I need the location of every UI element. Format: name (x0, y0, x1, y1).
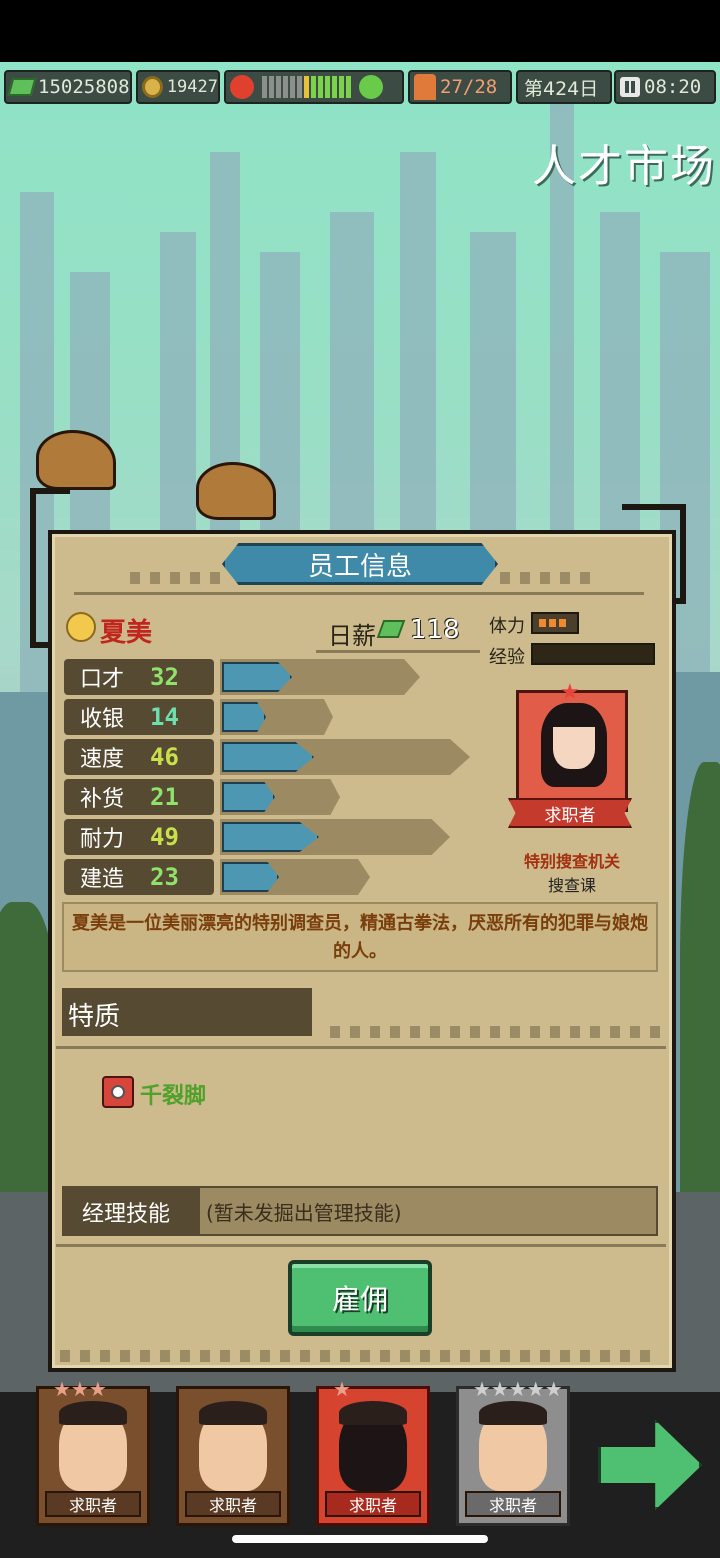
employee-portrait (516, 690, 628, 812)
staff-icon (414, 74, 436, 100)
home-indicator[interactable] (232, 1535, 488, 1543)
mood-meter-segment (269, 76, 274, 98)
candidate-label: 求职者 (185, 1491, 281, 1517)
stat-value: 46 (150, 743, 179, 771)
mood-meter-segment (290, 76, 295, 98)
organization-name: 特别搜查机关 (523, 852, 620, 871)
happy-face-icon (359, 75, 383, 99)
candidate-card[interactable]: ★★★★★ 求职者 (456, 1377, 570, 1526)
stat-name: 收银 (80, 707, 125, 732)
stamina-bar (531, 612, 579, 634)
salary-label: 日薪 (328, 622, 376, 650)
status-bar (0, 0, 720, 62)
stat-value: 32 (150, 663, 179, 691)
stat-row: 口才 32 (64, 659, 214, 695)
department-name: 搜查课 (547, 876, 596, 895)
panel-title: 员工信息 (222, 543, 498, 585)
mood-face-icon (66, 612, 96, 642)
stat-bar-fill (222, 862, 279, 892)
star-rating: ★★★ (53, 1377, 107, 1401)
exp-bar (531, 643, 655, 665)
mood-meter-segment (318, 76, 323, 98)
star-rating: ★★★★★ (473, 1377, 563, 1401)
cash-icon (7, 78, 37, 96)
mood-meter-segment (304, 76, 309, 98)
stat-value: 14 (150, 703, 179, 731)
candidate-card[interactable]: 求职者 (176, 1386, 290, 1526)
angry-face-icon (230, 75, 254, 99)
stat-name: 口才 (80, 667, 125, 692)
candidate-label: 求职者 (325, 1491, 421, 1517)
money-display: 15025808 (4, 70, 132, 104)
day-value: 第424日 (524, 77, 599, 100)
stat-bar-fill (222, 782, 275, 812)
manager-skill-label: 经理技能 (82, 1202, 171, 1227)
mood-meter-segment (339, 76, 344, 98)
coin-value: 19427 (166, 77, 218, 97)
mood-meter-segment (311, 76, 316, 98)
stat-value: 21 (150, 783, 179, 811)
status-ribbon: 求职者 (508, 798, 632, 828)
staff-value: 27/28 (440, 76, 498, 98)
mood-meter-segment (262, 76, 267, 98)
stat-value: 49 (150, 823, 179, 851)
mood-meter-segment (276, 76, 281, 98)
candidate-card[interactable]: ★ 求职者 (316, 1377, 430, 1526)
mood-meter (224, 70, 404, 104)
stat-name: 补货 (80, 787, 125, 812)
mood-bar (262, 76, 351, 98)
star-icon: ★ (560, 680, 580, 705)
candidate-label: 求职者 (45, 1491, 141, 1517)
stat-row: 收银 14 (64, 699, 214, 735)
stat-name: 耐力 (80, 827, 125, 852)
staff-count: 27/28 (408, 70, 512, 104)
day-display: 第424日 (516, 70, 612, 104)
time-value: 08:20 (644, 76, 702, 98)
mood-meter-segment (346, 76, 351, 98)
coin-display: 19427 (136, 70, 220, 104)
stat-value: 23 (150, 863, 179, 891)
pause-icon[interactable] (620, 77, 640, 97)
coin-icon (142, 76, 163, 98)
resource-hud: 15025808 19427 27/28 第424日 08:20 (0, 70, 720, 104)
stat-name: 建造 (80, 867, 125, 892)
employee-description: 夏美是一位美丽漂亮的特别调查员，精通古拳法，厌恶所有的犯罪与娘炮的人。 (72, 913, 648, 962)
stat-bar-fill (222, 822, 319, 852)
stat-row: 耐力 49 (64, 819, 214, 855)
exp-label: 经验 (489, 647, 525, 668)
money-value: 15025808 (38, 76, 130, 98)
candidate-label: 求职者 (465, 1491, 561, 1517)
salary-value: 118 (410, 615, 460, 645)
stamina-label: 体力 (489, 616, 525, 637)
mood-meter-segment (332, 76, 337, 98)
page-title: 人才市场 (532, 141, 716, 192)
mood-meter-segment (283, 76, 288, 98)
stat-bar-fill (222, 662, 292, 692)
hire-button[interactable]: 雇佣 (288, 1260, 432, 1336)
stat-bar-fill (222, 742, 314, 772)
mood-meter-segment (297, 76, 302, 98)
stat-bar-fill (222, 702, 266, 732)
time-display[interactable]: 08:20 (614, 70, 716, 104)
trait-name[interactable]: 千裂脚 (140, 1078, 206, 1110)
candidate-card[interactable]: ★★★ 求职者 (36, 1377, 150, 1526)
traits-title: 特质 (68, 1002, 121, 1032)
star-rating: ★ (333, 1377, 351, 1401)
manager-skill-value: (暂未发掘出管理技能) (206, 1201, 402, 1225)
stat-row: 建造 23 (64, 859, 214, 895)
trait-fist-icon[interactable] (102, 1076, 134, 1108)
stat-row: 速度 46 (64, 739, 214, 775)
employee-name: 夏美 (100, 618, 153, 648)
stat-name: 速度 (80, 747, 125, 772)
mood-meter-segment (325, 76, 330, 98)
stat-row: 补货 21 (64, 779, 214, 815)
